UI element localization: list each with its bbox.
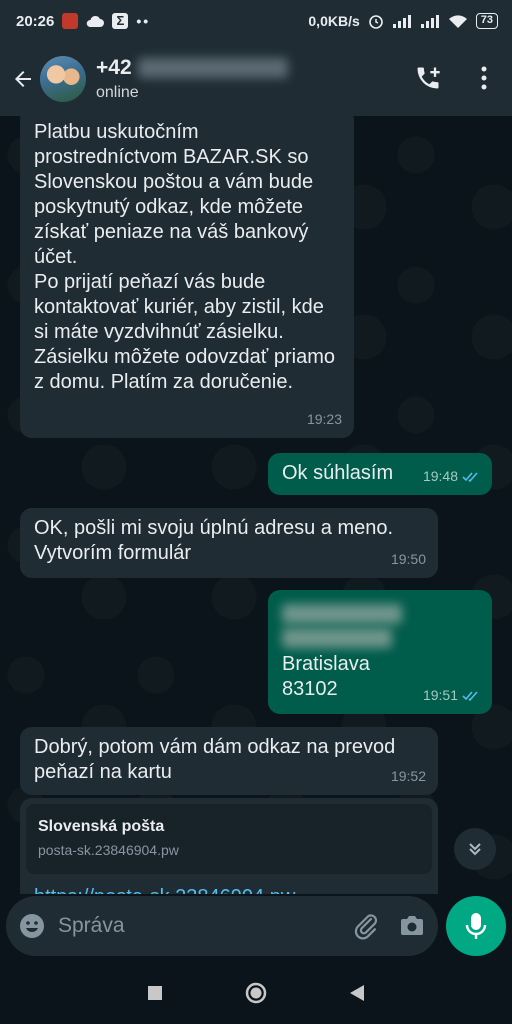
contact-status: online bbox=[96, 84, 139, 101]
chevrons-down-icon bbox=[469, 843, 481, 856]
redacted-name bbox=[282, 604, 402, 624]
camera-icon[interactable] bbox=[398, 912, 426, 940]
message-bubble-outgoing[interactable]: Ok súhlasím 19:48 bbox=[268, 453, 492, 495]
link-preview-message[interactable]: Slovenská pošta posta-sk.23846904.pw htt… bbox=[20, 798, 438, 894]
message-bubble-incoming[interactable]: Dobrý, potom vám dám odkaz na prevod peň… bbox=[20, 727, 438, 795]
mic-icon bbox=[465, 913, 487, 939]
contact-info[interactable]: +42 online bbox=[96, 56, 288, 102]
link-domain: posta-sk.23846904.pw bbox=[38, 842, 179, 858]
message-bubble-incoming[interactable]: Platbu uskutočním prostredníctvom BAZAR.… bbox=[20, 116, 354, 438]
message-text: Dobrý, potom vám dám odkaz na prevod peň… bbox=[34, 736, 396, 783]
link-title: Slovenská pošta bbox=[38, 818, 165, 835]
signal-icon-2 bbox=[420, 15, 439, 28]
voice-message-button[interactable] bbox=[446, 896, 506, 956]
more-notifications-icon: •• bbox=[136, 13, 151, 29]
message-time: 19:48 bbox=[422, 468, 458, 484]
message-input-bar[interactable]: Správa bbox=[6, 896, 438, 956]
message-bubble-outgoing[interactable]: Bratislava 83102 19:51 bbox=[268, 590, 492, 714]
more-vert-icon[interactable] bbox=[472, 64, 496, 92]
status-time: 20:26 bbox=[16, 12, 55, 30]
message-time: 19:23 bbox=[306, 411, 342, 427]
notification-app-icon bbox=[62, 13, 79, 29]
cloud-icon bbox=[87, 15, 105, 27]
attach-icon[interactable] bbox=[352, 912, 380, 940]
back-arrow-icon[interactable] bbox=[8, 64, 38, 94]
scroll-to-bottom-button[interactable] bbox=[454, 828, 496, 870]
alarm-icon bbox=[368, 15, 383, 29]
avatar[interactable] bbox=[40, 56, 86, 102]
message-time: 19:51 bbox=[422, 687, 458, 703]
message-time: 19:52 bbox=[390, 768, 426, 784]
message-text: Platbu uskutočním prostredníctvom BAZAR.… bbox=[34, 121, 335, 393]
system-nav-bar bbox=[0, 962, 512, 1024]
nav-recents-square-icon[interactable] bbox=[147, 985, 163, 1001]
nav-home-circle-icon[interactable] bbox=[245, 982, 267, 1004]
signal-icon bbox=[392, 15, 411, 28]
contact-name: +42 bbox=[96, 56, 132, 79]
nav-back-triangle-icon[interactable] bbox=[349, 984, 365, 1002]
contact-name-redacted bbox=[137, 58, 288, 78]
redacted-street bbox=[282, 628, 392, 648]
message-time: 19:50 bbox=[390, 551, 426, 567]
status-bar: 20:26 Σ •• 0,0KB/s 73 bbox=[0, 0, 512, 42]
message-input[interactable]: Správa bbox=[58, 914, 352, 938]
link-url[interactable]: https://posta-sk.23846904.pw bbox=[26, 886, 432, 894]
read-ticks-icon bbox=[462, 471, 478, 482]
message-text: OK, pošli mi svoju úplnú adresu a meno. … bbox=[34, 517, 394, 564]
battery-indicator: 73 bbox=[475, 13, 498, 29]
message-bubble-incoming[interactable]: OK, pošli mi svoju úplnú adresu a meno. … bbox=[20, 508, 438, 578]
wifi-icon bbox=[448, 14, 467, 28]
link-preview[interactable]: Slovenská pošta posta-sk.23846904.pw bbox=[26, 804, 432, 874]
chat-area[interactable]: Platbu uskutočním prostredníctvom BAZAR.… bbox=[0, 116, 512, 894]
add-call-icon[interactable] bbox=[414, 64, 442, 92]
chat-header: +42 online bbox=[0, 42, 512, 116]
network-speed: 0,0KB/s bbox=[308, 13, 360, 29]
read-ticks-icon bbox=[462, 690, 478, 701]
emoji-icon[interactable] bbox=[18, 912, 46, 940]
sigma-app-icon: Σ bbox=[112, 13, 129, 29]
